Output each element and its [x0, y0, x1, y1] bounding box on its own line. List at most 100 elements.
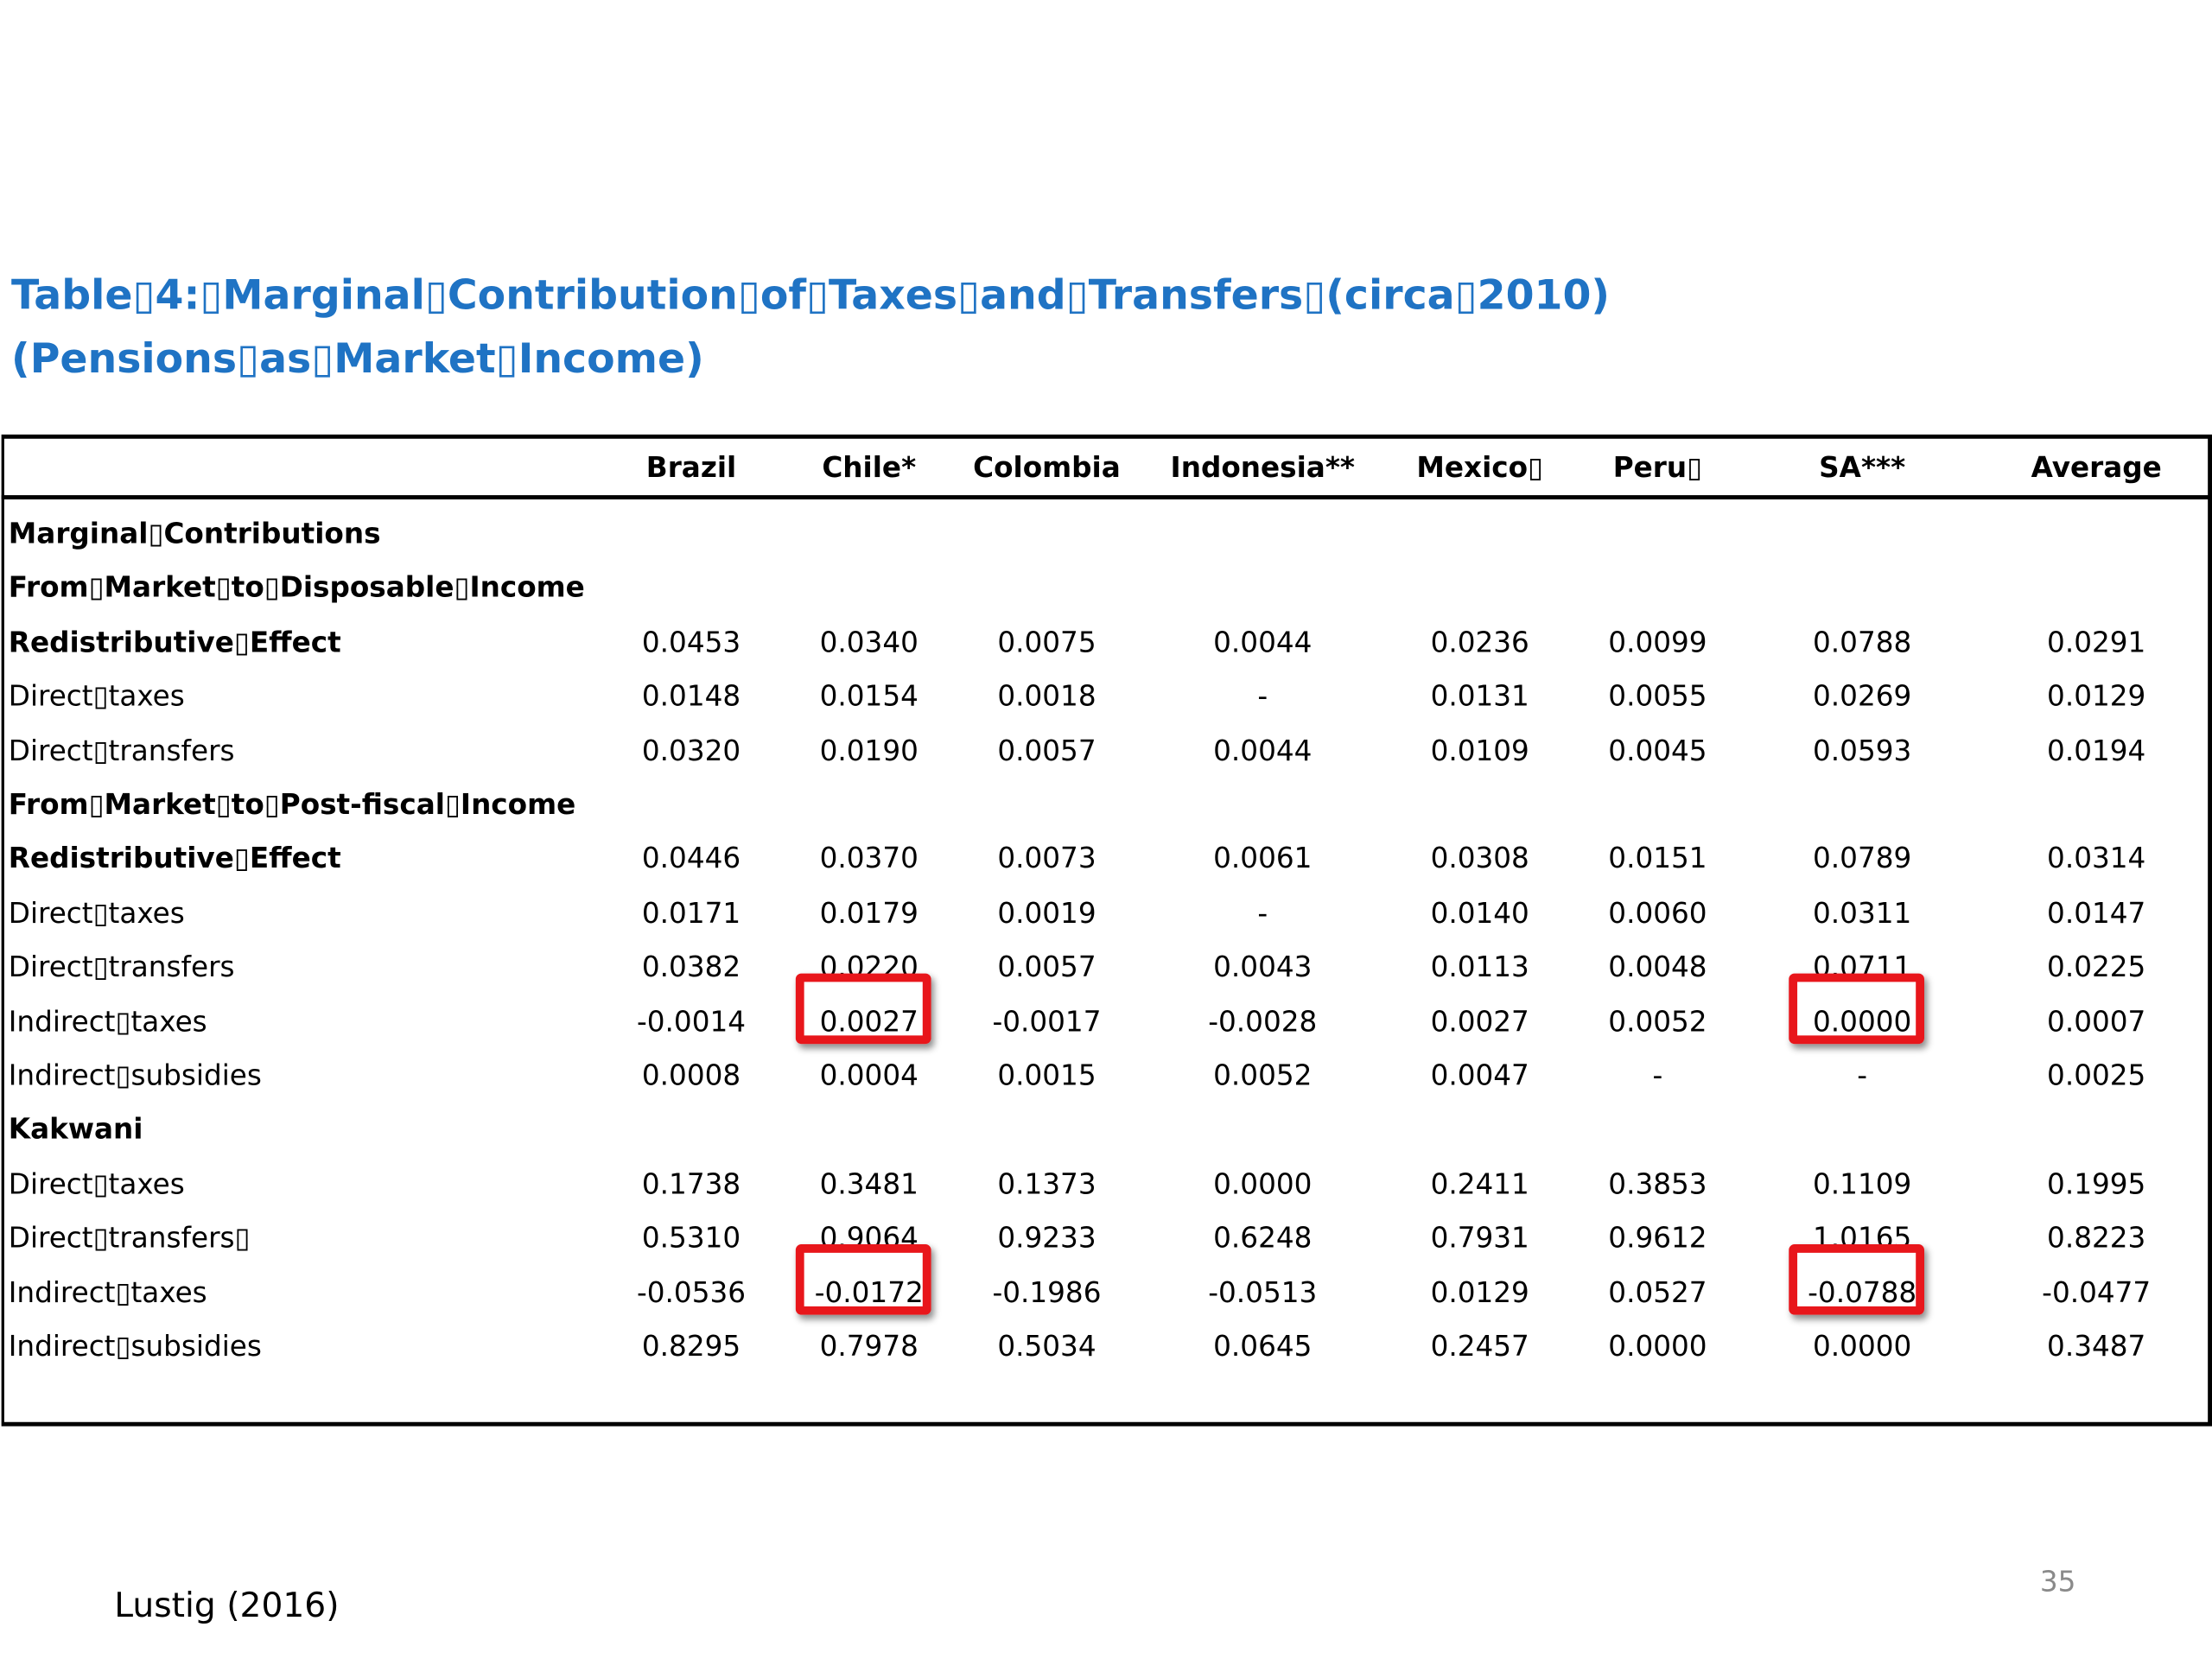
table-cell: 0.0789: [1813, 841, 1912, 875]
row-label: Direct▯transfers: [8, 733, 235, 767]
column-header-chile: Chile*: [822, 449, 917, 485]
table-title-line-1: Table▯4:▯Marginal▯Contribution▯of▯Taxes▯…: [11, 270, 1611, 319]
table-cell: 0.0057: [997, 950, 1096, 984]
table-cell: 0.0236: [1430, 624, 1529, 659]
table-cell: 0.0370: [819, 841, 918, 875]
table-cell: 0.0047: [1430, 1058, 1529, 1092]
table-cell: 0.0000: [1813, 1329, 1912, 1363]
table-cell: 0.0129: [2047, 678, 2146, 713]
table-cell: 0.0015: [997, 1058, 1096, 1092]
section-label: Kakwani: [8, 1112, 143, 1147]
table-cell: 0.2411: [1430, 1166, 1529, 1201]
table-cell: -: [1257, 678, 1268, 713]
table-cell: 0.9612: [1608, 1220, 1707, 1255]
table-cell: -: [1857, 1058, 1868, 1092]
table-cell: 0.0048: [1608, 950, 1707, 984]
highlight-box: [795, 972, 931, 1044]
row-label: Indirect▯subsidies: [8, 1329, 262, 1363]
row-label: Redistributive▯Effect: [8, 624, 341, 659]
column-header-colombia: Colombia: [973, 449, 1121, 485]
table-cell: 0.0148: [641, 678, 741, 713]
table-cell: 0.0151: [1608, 841, 1707, 875]
section-label: Marginal▯Contributions: [8, 516, 381, 550]
row-label: Indirect▯taxes: [8, 1274, 207, 1309]
table-cell: 0.6248: [1213, 1220, 1313, 1255]
table-cell: 0.0060: [1608, 895, 1707, 930]
row-label: Indirect▯taxes: [8, 1003, 207, 1039]
table-cell: 0.0446: [641, 841, 741, 875]
table-cell: 0.0129: [1430, 1274, 1529, 1309]
table-cell: 0.0109: [1430, 733, 1529, 767]
table-cell: -: [1652, 1058, 1663, 1092]
table-cell: 0.0113: [1430, 950, 1529, 984]
row-label: Direct▯taxes: [8, 1166, 185, 1201]
table-cell: 0.7931: [1430, 1220, 1529, 1255]
table-cell: -0.0536: [636, 1274, 747, 1309]
row-label: Direct▯taxes: [8, 895, 185, 930]
row-label: Direct▯transfers▯: [8, 1220, 251, 1255]
table-cell: 0.0055: [1608, 678, 1707, 713]
table-cell: 0.1995: [2047, 1166, 2146, 1201]
table-cell: 0.5034: [997, 1329, 1096, 1363]
table-cell: 0.0308: [1430, 841, 1529, 875]
table-cell: 0.0320: [641, 733, 741, 767]
highlight-box: [1789, 972, 1925, 1044]
table-cell: 0.0382: [641, 950, 741, 984]
table-cell: 0.8223: [2047, 1220, 2146, 1255]
row-label: Direct▯taxes: [8, 678, 185, 713]
column-header-brazil: Brazil: [645, 449, 737, 485]
table-cell: -0.0028: [1208, 1003, 1318, 1039]
table-cell: 0.0000: [1213, 1166, 1313, 1201]
table-cell: 0.0008: [641, 1058, 741, 1092]
table-cell: 0.0171: [641, 895, 741, 930]
table-cell: 0.0018: [997, 678, 1096, 713]
table-cell: 0.0131: [1430, 678, 1529, 713]
highlight-box: [795, 1243, 931, 1315]
table-cell: 0.0179: [819, 895, 918, 930]
table-cell: 0.0044: [1213, 624, 1313, 659]
table-title-line-2: (Pensions▯as▯Market▯Income): [11, 334, 704, 383]
table-cell: 0.3487: [2047, 1329, 2146, 1363]
table-cell: 0.0075: [997, 624, 1096, 659]
table-cell: -0.0017: [992, 1003, 1102, 1039]
column-header-average: Average: [2031, 449, 2162, 485]
table-cell: 0.7978: [819, 1329, 918, 1363]
column-header-mexico: Mexico▯: [1416, 449, 1544, 485]
table-cell: 0.3853: [1608, 1166, 1707, 1201]
row-label: Indirect▯subsidies: [8, 1058, 262, 1092]
highlight-box: [1789, 1243, 1925, 1315]
table-cell: -: [1257, 895, 1268, 930]
row-label: Redistributive▯Effect: [8, 841, 341, 875]
table-cell: 0.0052: [1213, 1058, 1313, 1092]
table-cell: 0.0073: [997, 841, 1096, 875]
table-cell: 0.0007: [2047, 1003, 2146, 1039]
table-cell: 0.8295: [641, 1329, 741, 1363]
table-cell: -0.1986: [992, 1274, 1102, 1309]
table-cell: 0.3481: [819, 1166, 918, 1201]
table-cell: 0.1373: [997, 1166, 1096, 1201]
table-cell: 0.0019: [997, 895, 1096, 930]
table-cell: 0.1738: [641, 1166, 741, 1201]
table-cell: 0.0099: [1608, 624, 1707, 659]
row-label: Direct▯transfers: [8, 950, 235, 984]
section-label: From▯Market▯to▯Disposable▯Income: [8, 570, 585, 605]
table-cell: 0.0025: [2047, 1058, 2146, 1092]
table-cell: 0.0000: [1608, 1329, 1707, 1363]
table-cell: 0.5310: [641, 1220, 741, 1255]
table-cell: 0.0061: [1213, 841, 1313, 875]
table-cell: -0.0513: [1208, 1274, 1318, 1309]
table-cell: 0.0052: [1608, 1003, 1707, 1039]
table-cell: 0.2457: [1430, 1329, 1529, 1363]
table-cell: 0.0340: [819, 624, 918, 659]
table-cell: 0.0269: [1813, 678, 1912, 713]
table-cell: 0.0004: [819, 1058, 918, 1092]
table-cell: 0.0314: [2047, 841, 2146, 875]
section-label: From▯Market▯to▯Post-fiscal▯Income: [8, 787, 576, 822]
table-cell: 0.0593: [1813, 733, 1912, 767]
table-cell: 0.0154: [819, 678, 918, 713]
table-cell: 0.9233: [997, 1220, 1096, 1255]
table-cell: 0.0140: [1430, 895, 1529, 930]
table-cell: 0.0527: [1608, 1274, 1707, 1309]
column-header-indonesia: Indonesia**: [1170, 449, 1355, 485]
citation: Lustig (2016): [114, 1586, 340, 1625]
